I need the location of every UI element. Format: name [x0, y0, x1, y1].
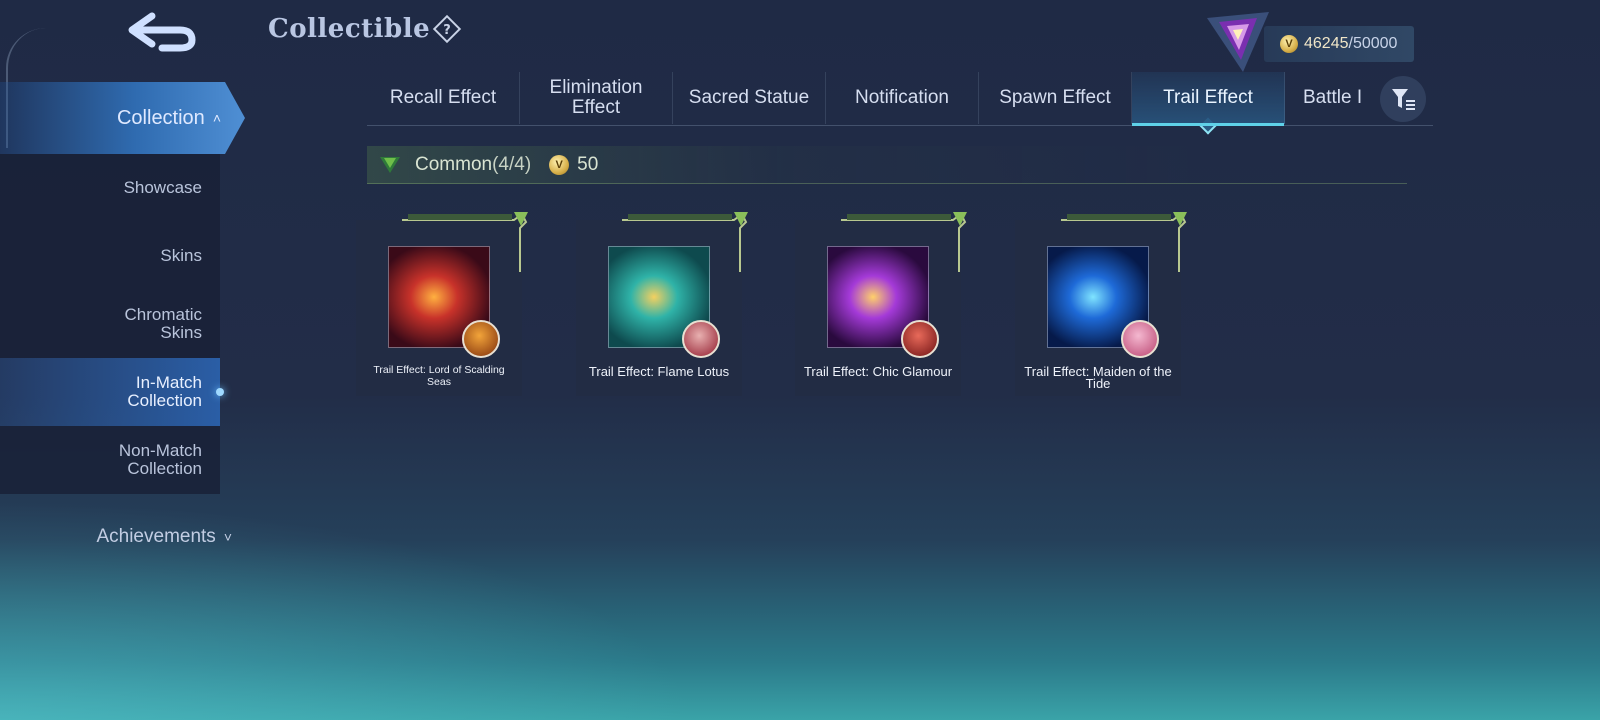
sidebar-item-label: Chromatic Skins: [124, 305, 202, 342]
collection-point-coin-icon: V: [549, 154, 570, 175]
chevron-down-icon: ˅: [223, 529, 232, 545]
sidebar-collection-label: Collection: [116, 106, 205, 129]
tab-label: Spawn Effect: [999, 87, 1111, 108]
filter-icon: [1392, 89, 1415, 110]
sidebar-achievements-label: Achievements: [96, 526, 216, 547]
back-button[interactable]: [118, 8, 204, 56]
green-gem-icon: [380, 156, 400, 173]
collection-points-display: V 46245/50000: [1264, 26, 1414, 62]
tab-notification[interactable]: Notification: [826, 72, 979, 124]
tab-label: Sacred Statue: [688, 87, 810, 108]
tab-label: Notification: [855, 87, 949, 108]
collectible-card[interactable]: Trail Effect: Maiden of the Tide: [1015, 212, 1187, 396]
rarity-label: Common: [415, 153, 493, 175]
collectible-card[interactable]: Trail Effect: Lord of Scalding Seas: [356, 212, 528, 396]
rarity-points: 50: [577, 153, 599, 175]
sidebar-item-showcase[interactable]: Showcase: [0, 154, 220, 222]
back-arrow-icon: [128, 12, 196, 52]
chevron-up-icon: ˄: [212, 110, 221, 126]
tab-label: Recall Effect: [389, 87, 497, 108]
card-label: Trail Effect: Chic Glamour: [803, 364, 953, 379]
sidebar-item-label: Showcase: [123, 178, 202, 197]
card-label: Trail Effect: Flame Lotus: [588, 364, 730, 379]
sidebar-item-in-match-collection[interactable]: In-Match Collection: [0, 358, 224, 426]
sidebar-collection-header[interactable]: Collection ˄: [0, 82, 245, 154]
sidebar-item-label: Skins: [160, 246, 202, 265]
tab-label: Trail Effect: [1163, 87, 1253, 108]
active-indicator: [216, 388, 224, 396]
rarity-count: (4/4): [492, 153, 532, 175]
tab-spawn-effect[interactable]: Spawn Effect: [979, 72, 1132, 124]
filter-button[interactable]: [1380, 76, 1426, 122]
collection-point-coin-icon: V: [1280, 35, 1298, 53]
currency-max: /50000: [1348, 35, 1398, 52]
sidebar-item-chromatic-skins[interactable]: Chromatic Skins: [0, 290, 220, 358]
sidebar-item-label: In-Match Collection: [127, 373, 202, 410]
currency-current: 46245: [1304, 35, 1349, 52]
sidebar-item-non-match-collection[interactable]: Non-Match Collection: [0, 426, 220, 494]
tab-battle[interactable]: Battle I: [1285, 72, 1381, 124]
sidebar-item-label: Non-Match Collection: [118, 441, 202, 478]
collectible-card[interactable]: Trail Effect: Chic Glamour: [795, 212, 967, 396]
rarity-section-header: Common (4/4) V 50: [367, 146, 1407, 184]
tab-sacred-statue[interactable]: Sacred Statue: [673, 72, 826, 124]
hero-avatar: [1121, 320, 1159, 358]
tab-trail-effect[interactable]: Trail Effect: [1132, 72, 1285, 135]
purple-rank-emblem-icon: [1203, 8, 1273, 74]
active-tab-caret: [1199, 117, 1217, 135]
sidebar-item-skins[interactable]: Skins: [0, 222, 220, 290]
category-tabs: Recall Effect Elimination Effect Sacred …: [367, 72, 1433, 135]
question-diamond-icon[interactable]: ?: [432, 14, 462, 44]
card-label: Trail Effect: Maiden of the Tide: [1024, 364, 1172, 391]
svg-text:?: ?: [443, 23, 451, 38]
hero-avatar: [462, 320, 500, 358]
hero-avatar: [901, 320, 939, 358]
sidebar-achievements[interactable]: Achievements ˅: [0, 517, 232, 557]
tab-recall-effect[interactable]: Recall Effect: [367, 72, 520, 124]
tab-elimination-effect[interactable]: Elimination Effect: [520, 72, 673, 124]
page-title: Collectible: [268, 14, 431, 44]
card-label: Trail Effect: Lord of Scalding Seas: [373, 364, 505, 388]
tab-label: Elimination Effect: [549, 77, 643, 118]
tab-label: Battle I: [1303, 87, 1363, 108]
collectible-card[interactable]: Trail Effect: Flame Lotus: [576, 212, 748, 396]
hero-avatar: [682, 320, 720, 358]
